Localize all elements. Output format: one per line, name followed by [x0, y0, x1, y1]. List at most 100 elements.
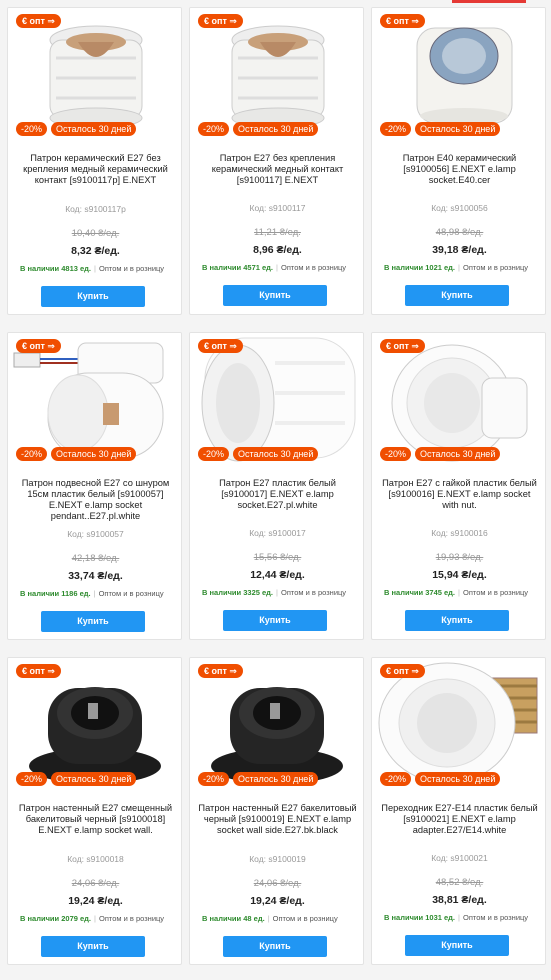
- product-card[interactable]: € опт ⇒ -20% Осталось 30 дней Патрон E27…: [371, 332, 546, 640]
- days-left-badge: Осталось 30 дней: [415, 447, 501, 461]
- stock-status: В наличии 1031 ед.: [384, 913, 456, 922]
- price: 38,81 ₴/ед.: [432, 894, 487, 906]
- discount-badge: -20%: [198, 447, 230, 461]
- wholesale-text: Оптом и в розницу: [98, 264, 165, 273]
- old-price: 48,52 ₴/ед.: [435, 877, 484, 888]
- stock-row: В наличии 4571 ед. | Оптом и в розницу: [202, 263, 347, 272]
- days-left-badge: Осталось 30 дней: [415, 122, 501, 136]
- old-price: 15,56 ₴/ед.: [253, 552, 302, 563]
- price: 19,24 ₴/ед.: [68, 895, 123, 907]
- top-scroll-indicator: [452, 0, 526, 3]
- stock-row: В наличии 4813 ед. | Оптом и в розницу: [20, 264, 165, 273]
- wholesale-text: Оптом и в розницу: [98, 589, 164, 598]
- wholesale-badge: € опт ⇒: [198, 339, 243, 353]
- price: 19,24 ₴/ед.: [250, 895, 305, 907]
- old-price: 42,18 ₴/ед.: [71, 553, 120, 564]
- days-left-badge: Осталось 30 дней: [51, 447, 137, 461]
- product-code: Код: s9100117p: [65, 204, 126, 214]
- discount-badge: -20%: [198, 772, 230, 786]
- price: 8,32 ₴/ед.: [71, 245, 120, 257]
- buy-button[interactable]: Купить: [41, 286, 145, 307]
- product-title[interactable]: Патрон E40 керамический [s9100056] E.NEX…: [380, 153, 539, 205]
- buy-button[interactable]: Купить: [405, 935, 509, 956]
- product-card[interactable]: € опт ⇒ -20% Осталось 30 дней Патрон E40…: [371, 7, 546, 315]
- days-left-badge: Осталось 30 дней: [415, 772, 501, 786]
- wholesale-text: Оптом и в розницу: [462, 913, 529, 922]
- discount-badge: -20%: [380, 772, 412, 786]
- discount-badge: -20%: [16, 447, 48, 461]
- product-title[interactable]: Патрон E27 с гайкой пластик белый [s9100…: [380, 478, 539, 530]
- stock-status: В наличии 48 ед.: [202, 914, 265, 923]
- old-price: 48,98 ₴/ед.: [435, 227, 484, 238]
- product-card[interactable]: € опт ⇒ -20% Осталось 30 дней Переходник…: [371, 657, 546, 965]
- discount-badge: -20%: [198, 122, 230, 136]
- days-left-badge: Осталось 30 дней: [233, 447, 319, 461]
- days-left-badge: Осталось 30 дней: [51, 772, 137, 786]
- stock-status: В наличии 3745 ед.: [384, 588, 456, 597]
- product-title[interactable]: Патрон E27 без крепления керамический ме…: [198, 153, 357, 205]
- wholesale-badge: € опт ⇒: [380, 664, 425, 678]
- buy-button[interactable]: Купить: [223, 610, 327, 631]
- old-price: 10,40 ₴/ед.: [71, 228, 120, 239]
- product-card[interactable]: € опт ⇒ -20% Осталось 30 дней Патрон E27…: [189, 332, 364, 640]
- stock-row: В наличии 1021 ед. | Оптом и в розницу: [384, 263, 529, 272]
- product-code: Код: s9100117: [249, 203, 306, 213]
- wholesale-badge: € опт ⇒: [198, 14, 243, 28]
- days-left-badge: Осталось 30 дней: [233, 772, 319, 786]
- price: 8,96 ₴/ед.: [253, 244, 302, 256]
- product-card[interactable]: € опт ⇒ -20% Осталось 30 дней Патрон под…: [7, 332, 182, 640]
- buy-button[interactable]: Купить: [405, 285, 509, 306]
- product-code: Код: s9100017: [249, 528, 306, 538]
- stock-status: В наличии 1186 ед.: [20, 589, 91, 598]
- discount-badge: -20%: [16, 122, 48, 136]
- product-code: Код: s9100016: [431, 528, 488, 538]
- product-title[interactable]: Переходник E27-E14 пластик белый [s91000…: [380, 803, 539, 855]
- stock-status: В наличии 4571 ед.: [202, 263, 274, 272]
- wholesale-badge: € опт ⇒: [198, 664, 243, 678]
- buy-button[interactable]: Купить: [41, 611, 145, 632]
- price: 15,94 ₴/ед.: [432, 569, 487, 581]
- old-price: 24,06 ₴/ед.: [253, 878, 302, 889]
- wholesale-badge: € опт ⇒: [16, 339, 61, 353]
- wholesale-badge: € опт ⇒: [16, 14, 61, 28]
- wholesale-text: Оптом и в розницу: [272, 914, 338, 923]
- product-card[interactable]: € опт ⇒ -20% Осталось 30 дней Патрон E27…: [189, 7, 364, 315]
- product-title[interactable]: Патрон E27 пластик белый [s9100017] E.NE…: [198, 478, 357, 530]
- wholesale-badge: € опт ⇒: [380, 14, 425, 28]
- product-card[interactable]: € опт ⇒ -20% Осталось 30 дней Патрон нас…: [7, 657, 182, 965]
- product-title[interactable]: Патрон настенный E27 смещенный бакелитов…: [16, 803, 175, 855]
- stock-row: В наличии 1031 ед. | Оптом и в розницу: [384, 913, 529, 922]
- buy-button[interactable]: Купить: [223, 936, 327, 957]
- price: 12,44 ₴/ед.: [250, 569, 305, 581]
- product-code: Код: s9100056: [431, 203, 488, 213]
- price: 33,74 ₴/ед.: [68, 570, 123, 582]
- product-card[interactable]: € опт ⇒ -20% Осталось 30 дней Патрон кер…: [7, 7, 182, 315]
- wholesale-text: Оптом и в розницу: [280, 588, 347, 597]
- product-code: Код: s9100021: [431, 853, 488, 863]
- product-title[interactable]: Патрон керамический E27 без крепления ме…: [16, 153, 175, 205]
- stock-status: В наличии 1021 ед.: [384, 263, 456, 272]
- stock-row: В наличии 48 ед. | Оптом и в розницу: [202, 914, 338, 923]
- wholesale-text: Оптом и в розницу: [462, 263, 529, 272]
- buy-button[interactable]: Купить: [41, 936, 145, 957]
- product-card[interactable]: € опт ⇒ -20% Осталось 30 дней Патрон нас…: [189, 657, 364, 965]
- product-title[interactable]: Патрон настенный E27 бакелитовый черный …: [198, 803, 357, 855]
- product-code: Код: s9100018: [67, 854, 124, 864]
- wholesale-badge: € опт ⇒: [16, 664, 61, 678]
- discount-badge: -20%: [380, 447, 412, 461]
- stock-row: В наличии 3745 ед. | Оптом и в розницу: [384, 588, 529, 597]
- buy-button[interactable]: Купить: [223, 285, 327, 306]
- product-title[interactable]: Патрон подвесной E27 со шнуром 15см плас…: [16, 478, 175, 530]
- old-price: 24,06 ₴/ед.: [71, 878, 120, 889]
- stock-status: В наличии 2079 ед.: [20, 914, 92, 923]
- stock-status: В наличии 3325 ед.: [202, 588, 274, 597]
- old-price: 11,21 ₴/ед.: [254, 227, 301, 238]
- product-grid: € опт ⇒ -20% Осталось 30 дней Патрон кер…: [0, 0, 551, 980]
- wholesale-badge: € опт ⇒: [380, 339, 425, 353]
- buy-button[interactable]: Купить: [405, 610, 509, 631]
- stock-row: В наличии 3325 ед. | Оптом и в розницу: [202, 588, 347, 597]
- stock-row: В наличии 2079 ед. | Оптом и в розницу: [20, 914, 165, 923]
- stock-status: В наличии 4813 ед.: [20, 264, 92, 273]
- wholesale-text: Оптом и в розницу: [98, 914, 165, 923]
- wholesale-text: Оптом и в розницу: [462, 588, 529, 597]
